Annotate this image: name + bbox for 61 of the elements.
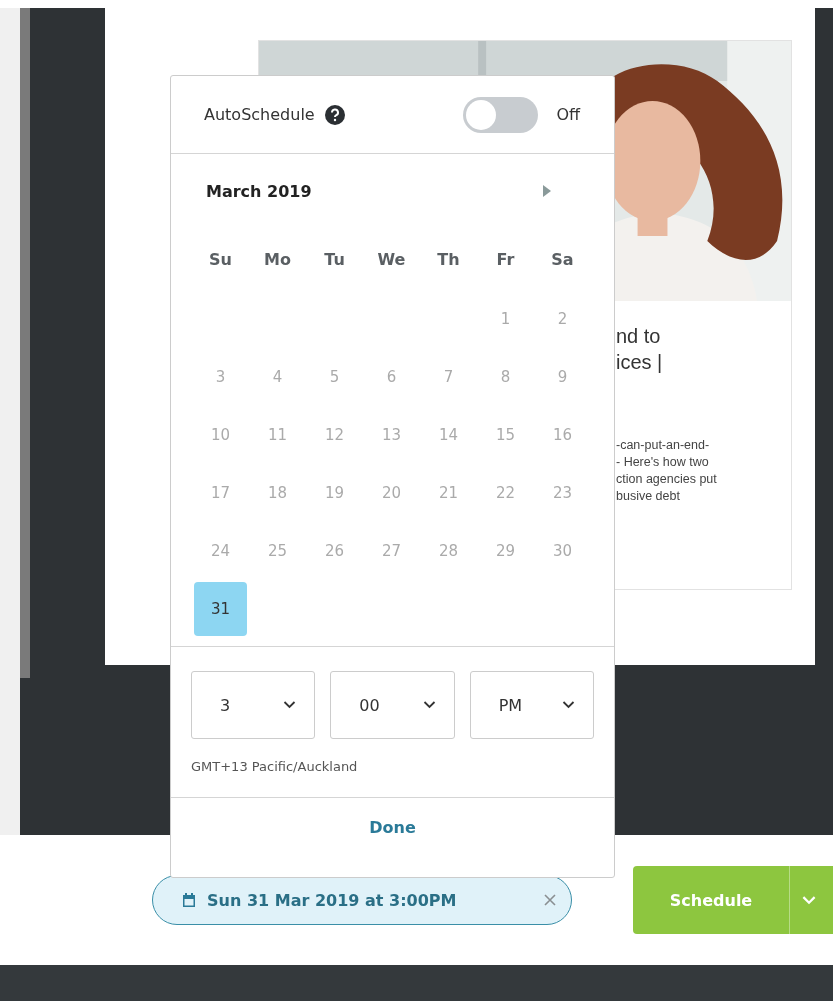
calendar-day[interactable]: 27 [365,524,418,578]
calendar-day[interactable]: 26 [308,524,361,578]
calendar-day[interactable]: 1 [479,292,532,346]
weekday-label: Tu [323,248,346,271]
time-select[interactable]: 3 [191,671,316,739]
chevron-down-icon [283,701,297,709]
calendar-day[interactable]: 30 [536,524,589,578]
calendar-day[interactable]: 5 [308,350,361,404]
calendar-day[interactable]: 28 [422,524,475,578]
calendar-day[interactable]: 15 [479,408,532,462]
calendar-day[interactable]: 25 [251,524,304,578]
done-button[interactable]: Done [357,812,428,843]
calendar-day[interactable]: 13 [365,408,418,462]
time-select[interactable]: 00 [330,671,455,739]
calendar-day[interactable]: 21 [422,466,475,520]
scheduled-date-chip[interactable]: Sun 31 Mar 2019 at 3:00PM [152,875,572,925]
weekday-label: Mo [263,248,292,271]
scrollbar[interactable] [20,8,30,678]
calendar-day[interactable]: 16 [536,408,589,462]
calendar-day[interactable]: 18 [251,466,304,520]
calendar-day[interactable]: 2 [536,292,589,346]
chevron-down-icon [802,895,816,905]
chevron-down-icon [562,701,575,709]
calendar-day[interactable]: 7 [422,350,475,404]
calendar-day[interactable]: 6 [365,350,418,404]
calendar-day[interactable]: 14 [422,408,475,462]
autoschedule-label: AutoSchedule [204,105,315,124]
calendar-day[interactable]: 23 [536,466,589,520]
close-icon[interactable] [543,893,557,907]
weekday-label: Sa [550,248,575,271]
next-month-icon[interactable] [542,184,552,198]
calendar-day[interactable]: 12 [308,408,361,462]
calendar-day[interactable]: 20 [365,466,418,520]
calendar-day[interactable]: 3 [194,350,247,404]
calendar-day[interactable]: 11 [251,408,304,462]
calendar-day[interactable]: 22 [479,466,532,520]
schedule-button[interactable]: Schedule [633,866,789,934]
weekday-label: Su [208,248,233,271]
toggle-state-label: Off [556,105,580,124]
autoschedule-toggle[interactable] [463,96,539,133]
chevron-down-icon [422,701,436,709]
scheduled-date-text: Sun 31 Mar 2019 at 3:00PM [207,890,457,910]
article-title: nd to ices | [616,324,664,375]
calendar-day[interactable]: 31 [194,582,247,636]
calendar-day[interactable]: 17 [194,466,247,520]
weekday-label: Fr [495,248,516,271]
calendar-day[interactable]: 19 [308,466,361,520]
weekday-label: We [376,248,407,271]
weekday-label: Th [436,248,461,271]
article-description: -can-put-an-end- - Here's how two ction agencies put busive debt [616,437,718,505]
calendar-icon [181,892,197,908]
calendar-day[interactable]: 4 [251,350,304,404]
timezone-label: GMT+13 Pacific/Auckland [171,739,614,798]
calendar-day[interactable]: 10 [194,408,247,462]
calendar-day[interactable]: 9 [536,350,589,404]
calendar-day[interactable]: 29 [479,524,532,578]
calendar-day[interactable]: 24 [194,524,247,578]
month-title: March 2019 [206,181,312,201]
time-select[interactable]: PM [469,671,594,739]
help-icon[interactable] [324,104,345,125]
calendar-day[interactable]: 8 [479,350,532,404]
